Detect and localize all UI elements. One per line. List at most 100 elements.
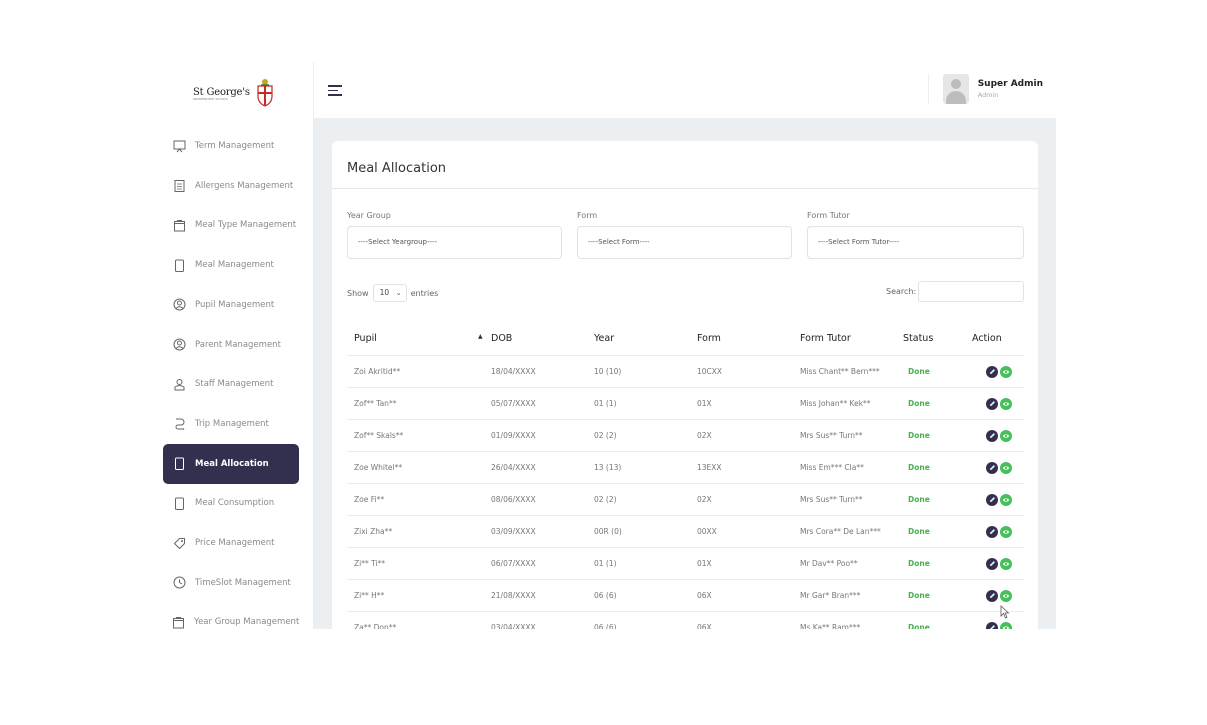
row-actions [972,461,1024,474]
table-row: Zi** Ti** 06/07/XXXX 01 (1) 01X Mr Dav** Poo… [347,547,1024,580]
row-actions [972,621,1024,629]
edit-button[interactable] [986,397,998,410]
menu-toggle-icon[interactable] [328,82,342,96]
table-row: Zoe Whitel** 26/04/XXXX 13 (13) 13EXX Miss E… [347,451,1024,484]
entries-select[interactable]: 10 ⌄ [372,284,407,302]
view-button[interactable] [1000,589,1012,602]
page-title: Meal Allocation [347,161,447,176]
pencil-icon [989,465,995,470]
cell-action [965,483,1024,516]
view-button[interactable] [1000,429,1012,442]
trip-icon [172,417,186,431]
cell-action [965,579,1024,612]
cell-dob: 06/07/XXXX [484,547,587,580]
form-select[interactable]: ----Select Form---- [577,226,792,259]
pupil-icon [172,298,186,312]
sidebar-item-label: Parent Management [195,339,281,350]
meal-allocation-card: Meal Allocation Year Group ----Select Ye… [332,141,1038,629]
cell-pupil: Zi** Ti** [347,547,484,580]
row-actions [972,397,1024,410]
cell-pupil: Zof** Tan** [347,387,484,420]
divider [927,74,929,104]
avatar [942,74,969,104]
col-header-form-tutor[interactable]: Form Tutor [793,321,896,356]
cell-form-tutor: Mr Gar* Bran*** [793,579,896,612]
sidebar-item-year-group-management[interactable]: Year Group Management [163,602,299,629]
pencil-icon [989,401,995,406]
edit-button[interactable] [986,589,998,602]
sidebar-item-meal-type-management[interactable]: Meal Type Management [163,205,299,245]
cell-year: 02 (2) [587,483,690,516]
tray-icon [172,615,185,629]
sidebar-item-meal-consumption[interactable]: Meal Consumption [163,483,299,523]
edit-button[interactable] [986,525,998,538]
view-button[interactable] [1000,493,1012,506]
view-button[interactable] [1000,525,1012,538]
col-header-pupil[interactable]: Pupil ▲ [347,321,484,356]
view-button[interactable] [1000,397,1012,410]
cell-status: Done [896,483,965,516]
view-button[interactable] [1000,557,1012,570]
col-header-year[interactable]: Year [587,321,690,356]
cell-action [965,387,1024,420]
view-button[interactable] [1000,621,1012,629]
tablet-icon [172,258,186,272]
tray-icon [172,218,186,232]
cell-pupil: Zoe Fi** [347,483,484,516]
view-button[interactable] [1000,461,1012,474]
sidebar-item-label: Meal Type Management [195,220,297,231]
edit-button[interactable] [986,621,998,629]
cell-form: 01X [690,387,793,420]
sidebar-item-parent-management[interactable]: Parent Management [163,325,299,365]
sidebar-item-allergens-management[interactable]: Allergens Management [163,166,299,206]
top-bar: Super Admin Admin [313,62,1056,118]
edit-button[interactable] [986,493,998,506]
col-header-form[interactable]: Form [690,321,793,356]
cell-form: 02X [690,483,793,516]
user-menu[interactable]: Super Admin Admin [927,74,1043,104]
pupil-table: Pupil ▲ DOB Year Form Form Tutor Status A… [347,321,1024,629]
sidebar-item-label: Trip Management [195,418,269,429]
cell-dob: 08/06/XXXX [484,483,587,516]
cell-action [965,451,1024,484]
edit-button[interactable] [986,365,998,378]
search-input[interactable] [918,281,1024,302]
cell-status: Done [896,579,965,612]
tablet-icon [172,457,186,471]
edit-button[interactable] [986,461,998,474]
school-logo[interactable]: St George's INDEPENDENT SCHOOL [193,70,276,114]
cell-dob: 03/04/XXXX [484,611,587,629]
cell-action [965,547,1024,580]
table-header-row: Pupil ▲ DOB Year Form Form Tutor Status A… [347,321,1024,356]
cell-pupil: Zof** Skals** [347,419,484,452]
sidebar-item-meal-allocation[interactable]: Meal Allocation [163,443,299,484]
sidebar-item-meal-management[interactable]: Meal Management [163,245,299,285]
cell-form: 10CXX [690,355,793,388]
sidebar-item-label: Year Group Management [194,617,300,628]
cell-action [965,419,1024,452]
tablet-icon [172,496,186,510]
sidebar-item-pupil-management[interactable]: Pupil Management [163,285,299,325]
col-header-status[interactable]: Status [896,321,965,356]
form-tutor-select[interactable]: ----Select Form Tutor---- [807,226,1024,259]
edit-button[interactable] [986,429,998,442]
cell-action [965,515,1024,548]
cell-year: 06 (6) [587,611,690,629]
sidebar-item-timeslot-management[interactable]: TimeSlot Management [163,563,299,603]
sidebar-item-trip-management[interactable]: Trip Management [163,404,299,444]
cell-action [965,355,1024,388]
sort-up-icon[interactable]: ▲ [478,333,483,340]
sidebar-item-term-management[interactable]: Term Management [163,126,299,166]
sidebar-item-staff-management[interactable]: Staff Management [163,364,299,404]
year-group-select[interactable]: ----Select Yeargroup---- [347,226,562,259]
pencil-icon [989,529,995,534]
edit-button[interactable] [986,557,998,570]
sidebar-item-label: Meal Management [195,260,274,271]
sidebar-item-label: Term Management [195,141,275,151]
pencil-icon [989,369,995,374]
view-button[interactable] [1000,365,1012,378]
mouse-cursor-icon [1000,605,1010,619]
sidebar-item-price-management[interactable]: Price Management [163,523,299,563]
col-header-dob[interactable]: DOB [484,321,587,356]
cell-form: 01X [690,547,793,580]
